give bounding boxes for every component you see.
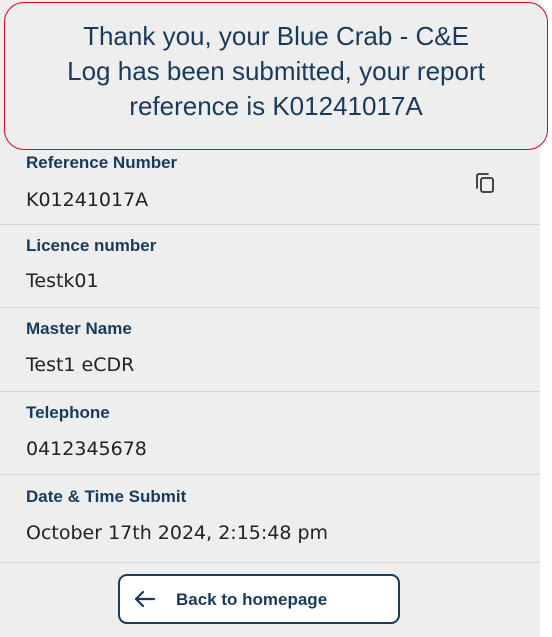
field-value: K01241017A: [26, 189, 149, 211]
copy-icon[interactable]: [475, 172, 495, 194]
field-licence-number: Licence number Testk01: [0, 225, 540, 308]
banner-line: Log has been submitted, your report: [67, 56, 485, 86]
back-to-homepage-label: Back to homepage: [176, 590, 328, 609]
banner-line: reference is K01241017A: [129, 91, 423, 121]
submission-confirmation-banner: Thank you, your Blue Crab - C&E Log has …: [4, 2, 548, 150]
field-master-name: Master Name Test1 eCDR: [0, 308, 540, 392]
arrow-left-icon: [134, 590, 156, 608]
field-label: Date & Time Submit: [26, 487, 187, 506]
field-label: Reference Number: [26, 153, 178, 172]
field-label: Master Name: [26, 319, 132, 338]
field-value: 0412345678: [26, 438, 147, 460]
back-to-homepage-button[interactable]: Back to homepage: [118, 574, 400, 624]
field-label: Telephone: [26, 403, 110, 422]
field-date-time-submit: Date & Time Submit October 17th 2024, 2:…: [0, 475, 540, 563]
field-value: Test1 eCDR: [26, 354, 135, 376]
field-value: Testk01: [26, 270, 99, 292]
banner-line: Thank you, your Blue Crab - C&E: [83, 21, 469, 51]
field-label: Licence number: [26, 236, 157, 255]
banner-message: Thank you, your Blue Crab - C&E Log has …: [5, 19, 547, 124]
field-telephone: Telephone 0412345678: [0, 392, 540, 475]
field-value: October 17th 2024, 2:15:48 pm: [26, 522, 329, 544]
field-reference-number: Reference Number K01241017A: [0, 140, 540, 225]
